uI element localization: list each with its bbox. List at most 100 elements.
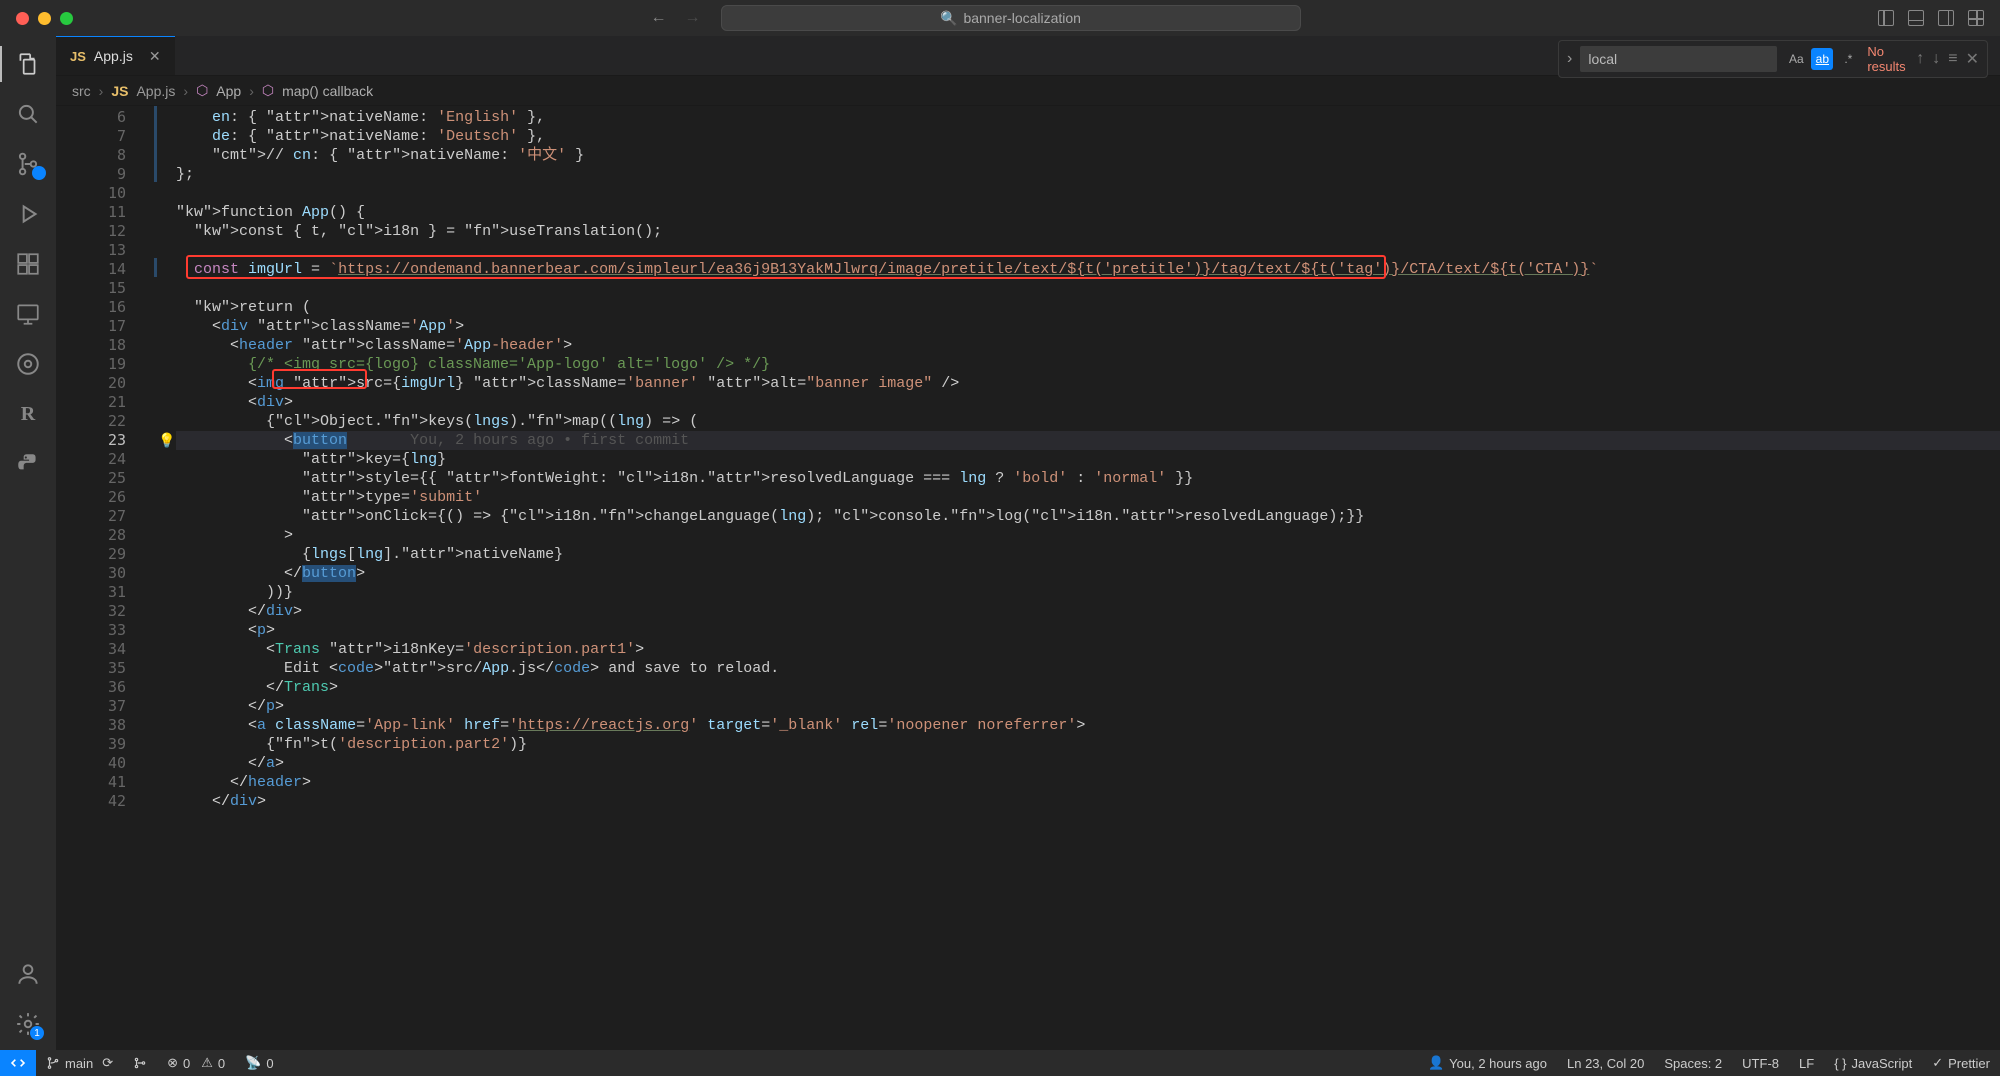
line-number[interactable]: 35	[56, 659, 126, 677]
find-next-icon[interactable]: ↓	[1932, 50, 1940, 68]
nav-forward-icon[interactable]: →	[685, 9, 701, 27]
python-icon[interactable]	[14, 450, 42, 478]
line-number[interactable]: 31	[56, 583, 126, 601]
code-line[interactable]: Edit <code>"attr">src/App.js</code> and …	[176, 659, 2000, 678]
find-selection-icon[interactable]: ≡	[1948, 50, 1957, 68]
line-number[interactable]: 23	[56, 431, 126, 449]
line-number[interactable]: 10	[56, 184, 126, 202]
code-line[interactable]: en: { "attr">nativeName: 'English' },	[176, 108, 2000, 127]
line-number[interactable]: 13	[56, 241, 126, 259]
line-number[interactable]: 37	[56, 697, 126, 715]
line-number[interactable]: 42	[56, 792, 126, 810]
prettier-status[interactable]: ✓ Prettier	[1922, 1055, 2000, 1071]
code-line[interactable]: >	[176, 526, 2000, 545]
encoding-status[interactable]: UTF-8	[1732, 1055, 1789, 1071]
bc-file[interactable]: App.js	[136, 83, 175, 99]
line-number[interactable]: 9	[56, 165, 126, 183]
git-branch-status[interactable]: main ⟳	[36, 1055, 123, 1071]
line-number[interactable]: 21	[56, 393, 126, 411]
indentation-status[interactable]: Spaces: 2	[1654, 1055, 1732, 1071]
lightbulb-icon[interactable]: 💡	[158, 432, 175, 449]
line-number[interactable]: 30	[56, 564, 126, 582]
line-number[interactable]: 38	[56, 716, 126, 734]
line-number[interactable]: 6	[56, 108, 126, 126]
code-line[interactable]	[176, 184, 2000, 203]
line-number[interactable]: 22	[56, 412, 126, 430]
line-number[interactable]: 8	[56, 146, 126, 164]
accounts-icon[interactable]	[14, 960, 42, 988]
line-number[interactable]: 29	[56, 545, 126, 563]
line-number[interactable]: 24	[56, 450, 126, 468]
tab-app-js[interactable]: JS App.js ✕	[56, 36, 175, 75]
code-line[interactable]: <div "attr">className='App'>	[176, 317, 2000, 336]
line-number[interactable]: 34	[56, 640, 126, 658]
line-number[interactable]: 26	[56, 488, 126, 506]
line-number[interactable]: 7	[56, 127, 126, 145]
breadcrumbs[interactable]: src › JS App.js › ⬡ App › ⬡ map() callba…	[56, 76, 2000, 106]
line-number[interactable]: 40	[56, 754, 126, 772]
line-number[interactable]: 18	[56, 336, 126, 354]
line-number[interactable]: 28	[56, 526, 126, 544]
toggle-panel-icon[interactable]	[1908, 10, 1924, 26]
code-line[interactable]: </Trans>	[176, 678, 2000, 697]
line-number[interactable]: 20	[56, 374, 126, 392]
line-number[interactable]: 27	[56, 507, 126, 525]
code-line[interactable]: "kw">const { t, "cl">i18n } = "fn">useTr…	[176, 222, 2000, 241]
code-line[interactable]: "attr">style={{ "attr">fontWeight: "cl">…	[176, 469, 2000, 488]
explorer-icon[interactable]	[14, 50, 42, 78]
code-line[interactable]: </div>	[176, 792, 2000, 811]
line-number[interactable]: 32	[56, 602, 126, 620]
regex-toggle[interactable]: .*	[1837, 48, 1859, 70]
command-center[interactable]: 🔍 banner-localization	[721, 5, 1301, 31]
extensions-icon[interactable]	[14, 250, 42, 278]
code-line[interactable]: {"cl">Object."fn">keys(lngs)."fn">map((l…	[176, 412, 2000, 431]
code-line[interactable]: <div>	[176, 393, 2000, 412]
code-line[interactable]: "attr">key={lng}	[176, 450, 2000, 469]
code-line[interactable]: };	[176, 165, 2000, 184]
nav-back-icon[interactable]: ←	[651, 9, 667, 27]
blame-status[interactable]: 👤 You, 2 hours ago	[1418, 1055, 1557, 1071]
code-line[interactable]: </header>	[176, 773, 2000, 792]
customize-layout-icon[interactable]	[1968, 10, 1984, 26]
code-line[interactable]: <img "attr">src={imgUrl} "attr">classNam…	[176, 374, 2000, 393]
line-number[interactable]: 41	[56, 773, 126, 791]
code-line[interactable]: "kw">function App() {	[176, 203, 2000, 222]
close-window-button[interactable]	[16, 12, 29, 25]
source-control-icon[interactable]	[14, 150, 42, 178]
code-editor[interactable]: 6789101112131415161718192021222324252627…	[56, 106, 2000, 1050]
line-number[interactable]: 15	[56, 279, 126, 297]
code-line[interactable]: "kw">return (	[176, 298, 2000, 317]
match-word-toggle[interactable]: ab	[1811, 48, 1833, 70]
code-line[interactable]: <Trans "attr">i18nKey='description.part1…	[176, 640, 2000, 659]
line-number[interactable]: 14	[56, 260, 126, 278]
minimize-window-button[interactable]	[38, 12, 51, 25]
search-activity-icon[interactable]	[14, 100, 42, 128]
find-input[interactable]	[1580, 46, 1777, 72]
line-number[interactable]: 17	[56, 317, 126, 335]
r-lang-icon[interactable]: R	[14, 400, 42, 428]
ports-status[interactable]: 📡0	[235, 1055, 283, 1071]
line-number[interactable]: 25	[56, 469, 126, 487]
line-number[interactable]: 16	[56, 298, 126, 316]
line-number[interactable]: 39	[56, 735, 126, 753]
line-number[interactable]: 33	[56, 621, 126, 639]
tab-close-icon[interactable]: ✕	[149, 48, 161, 65]
code-line[interactable]: "attr">onClick={() => {"cl">i18n."fn">ch…	[176, 507, 2000, 526]
code-line[interactable]: {lngs[lng]."attr">nativeName}	[176, 545, 2000, 564]
code-line[interactable]: <header "attr">className='App-header'>	[176, 336, 2000, 355]
toggle-secondary-sidebar-icon[interactable]	[1938, 10, 1954, 26]
match-case-toggle[interactable]: Aa	[1785, 48, 1807, 70]
sync-icon[interactable]: ⟳	[102, 1055, 113, 1071]
code-line[interactable]: </p>	[176, 697, 2000, 716]
bc-symbol[interactable]: map() callback	[282, 83, 373, 99]
line-number[interactable]: 12	[56, 222, 126, 240]
code-line[interactable]: de: { "attr">nativeName: 'Deutsch' },	[176, 127, 2000, 146]
code-line[interactable]: {"fn">t('description.part2')}	[176, 735, 2000, 754]
eol-status[interactable]: LF	[1789, 1055, 1824, 1071]
cursor-position-status[interactable]: Ln 23, Col 20	[1557, 1055, 1654, 1071]
line-number[interactable]: 19	[56, 355, 126, 373]
code-line[interactable]: <button You, 2 hours ago • first commit	[176, 431, 2000, 450]
code-line[interactable]: </div>	[176, 602, 2000, 621]
maximize-window-button[interactable]	[60, 12, 73, 25]
find-expand-icon[interactable]: ›	[1567, 50, 1572, 68]
